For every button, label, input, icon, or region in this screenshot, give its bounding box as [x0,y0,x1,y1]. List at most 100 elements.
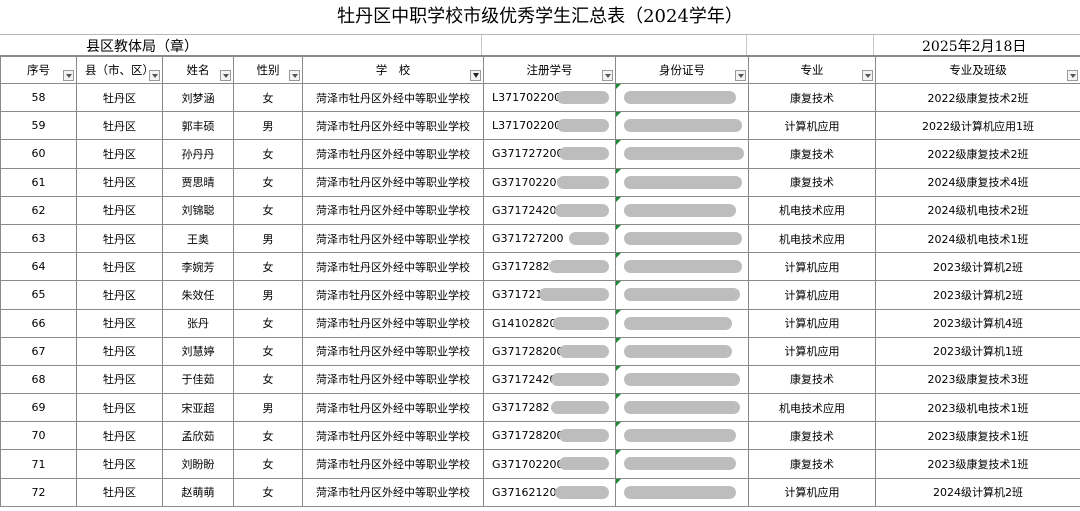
cell-no[interactable]: 59 [0,111,77,141]
cell-cls[interactable]: 2023级康复技术3班 [875,364,1080,395]
cell-no[interactable]: 61 [0,167,77,197]
cell-no[interactable]: 64 [0,252,77,282]
chevron-down-icon[interactable] [220,70,231,81]
cell-gender[interactable]: 女 [233,449,303,479]
cell-no[interactable]: 69 [0,393,77,423]
cell-id[interactable] [615,393,749,423]
cell-cls[interactable]: 2024级康复技术4班 [875,167,1080,197]
cell-cls[interactable]: 2023级计算机1班 [875,336,1080,366]
cell-gender[interactable]: 女 [233,167,303,197]
cell-name[interactable]: 宋亚超 [162,393,234,423]
cell-no[interactable]: 68 [0,364,77,395]
cell-id[interactable] [615,252,749,282]
cell-major[interactable]: 机电技术应用 [748,393,876,423]
cell-cls[interactable]: 2023级康复技术1班 [875,449,1080,479]
cell-name[interactable]: 刘慧婷 [162,336,234,366]
cell-id[interactable] [615,364,749,395]
cell-major[interactable]: 康复技术 [748,449,876,479]
cell-county[interactable]: 牡丹区 [76,393,163,423]
cell-id[interactable] [615,477,749,507]
cell-id[interactable] [615,111,749,141]
cell-gender[interactable]: 女 [233,364,303,395]
cell-name[interactable]: 于佳茹 [162,364,234,395]
cell-school[interactable]: 菏泽市牡丹区外经中等职业学校 [302,477,484,507]
cell-no[interactable]: 66 [0,308,77,338]
cell-school[interactable]: 菏泽市牡丹区外经中等职业学校 [302,195,484,225]
cell-no[interactable]: 60 [0,139,77,169]
cell-name[interactable]: 李婉芳 [162,252,234,282]
cell-major[interactable]: 计算机应用 [748,477,876,507]
cell-cls[interactable]: 2022级康复技术2班 [875,82,1080,113]
cell-reg[interactable]: G371728200 [483,421,616,451]
cell-name[interactable]: 郭丰硕 [162,111,234,141]
filter-icon[interactable] [470,70,481,81]
cell-major[interactable]: 康复技术 [748,364,876,395]
cell-major[interactable]: 机电技术应用 [748,195,876,225]
cell-school[interactable]: 菏泽市牡丹区外经中等职业学校 [302,82,484,113]
cell-cls[interactable]: 2023级计算机2班 [875,252,1080,282]
cell-reg[interactable]: G371621200 [483,477,616,507]
cell-id[interactable] [615,195,749,225]
chevron-down-icon[interactable] [63,70,74,81]
cell-school[interactable]: 菏泽市牡丹区外经中等职业学校 [302,252,484,282]
cell-id[interactable] [615,82,749,113]
cell-cls[interactable]: 2023级机电技术1班 [875,393,1080,423]
cell-reg[interactable]: G371727200 [483,223,616,254]
chevron-down-icon[interactable] [1067,70,1078,81]
cell-no[interactable]: 63 [0,223,77,254]
cell-name[interactable]: 孙丹丹 [162,139,234,169]
cell-school[interactable]: 菏泽市牡丹区外经中等职业学校 [302,223,484,254]
cell-county[interactable]: 牡丹区 [76,167,163,197]
cell-id[interactable] [615,223,749,254]
cell-school[interactable]: 菏泽市牡丹区外经中等职业学校 [302,280,484,310]
cell-name[interactable]: 王奥 [162,223,234,254]
cell-county[interactable]: 牡丹区 [76,308,163,338]
cell-major[interactable]: 计算机应用 [748,111,876,141]
cell-school[interactable]: 菏泽市牡丹区外经中等职业学校 [302,308,484,338]
cell-gender[interactable]: 男 [233,111,303,141]
cell-id[interactable] [615,280,749,310]
cell-cls[interactable]: 2024级机电技术2班 [875,195,1080,225]
cell-name[interactable]: 刘梦涵 [162,82,234,113]
cell-county[interactable]: 牡丹区 [76,336,163,366]
cell-gender[interactable]: 女 [233,308,303,338]
cell-school[interactable]: 菏泽市牡丹区外经中等职业学校 [302,167,484,197]
cell-major[interactable]: 计算机应用 [748,308,876,338]
cell-id[interactable] [615,167,749,197]
cell-county[interactable]: 牡丹区 [76,111,163,141]
cell-gender[interactable]: 女 [233,82,303,113]
cell-name[interactable]: 张丹 [162,308,234,338]
cell-county[interactable]: 牡丹区 [76,421,163,451]
cell-county[interactable]: 牡丹区 [76,252,163,282]
cell-county[interactable]: 牡丹区 [76,364,163,395]
cell-gender[interactable]: 男 [233,223,303,254]
cell-id[interactable] [615,421,749,451]
cell-name[interactable]: 朱效任 [162,280,234,310]
cell-county[interactable]: 牡丹区 [76,139,163,169]
cell-reg[interactable]: G371727200 [483,139,616,169]
cell-major[interactable]: 机电技术应用 [748,223,876,254]
cell-school[interactable]: 菏泽市牡丹区外经中等职业学校 [302,336,484,366]
cell-no[interactable]: 70 [0,421,77,451]
cell-reg[interactable]: G371702200 [483,449,616,479]
cell-name[interactable]: 赵萌萌 [162,477,234,507]
cell-cls[interactable]: 2022级计算机应用1班 [875,111,1080,141]
cell-reg[interactable]: G3717282008 [483,336,616,366]
cell-no[interactable]: 72 [0,477,77,507]
cell-cls[interactable]: 2023级康复技术1班 [875,421,1080,451]
cell-gender[interactable]: 女 [233,477,303,507]
cell-major[interactable]: 康复技术 [748,421,876,451]
cell-gender[interactable]: 女 [233,139,303,169]
cell-reg[interactable]: G371724200 [483,364,616,395]
cell-no[interactable]: 62 [0,195,77,225]
cell-cls[interactable]: 2024级计算机2班 [875,477,1080,507]
cell-gender[interactable]: 女 [233,195,303,225]
cell-reg[interactable]: G3717282 [483,393,616,423]
cell-major[interactable]: 计算机应用 [748,252,876,282]
chevron-down-icon[interactable] [149,70,160,81]
cell-school[interactable]: 菏泽市牡丹区外经中等职业学校 [302,111,484,141]
cell-name[interactable]: 刘盼盼 [162,449,234,479]
cell-county[interactable]: 牡丹区 [76,449,163,479]
cell-major[interactable]: 康复技术 [748,82,876,113]
cell-gender[interactable]: 女 [233,421,303,451]
